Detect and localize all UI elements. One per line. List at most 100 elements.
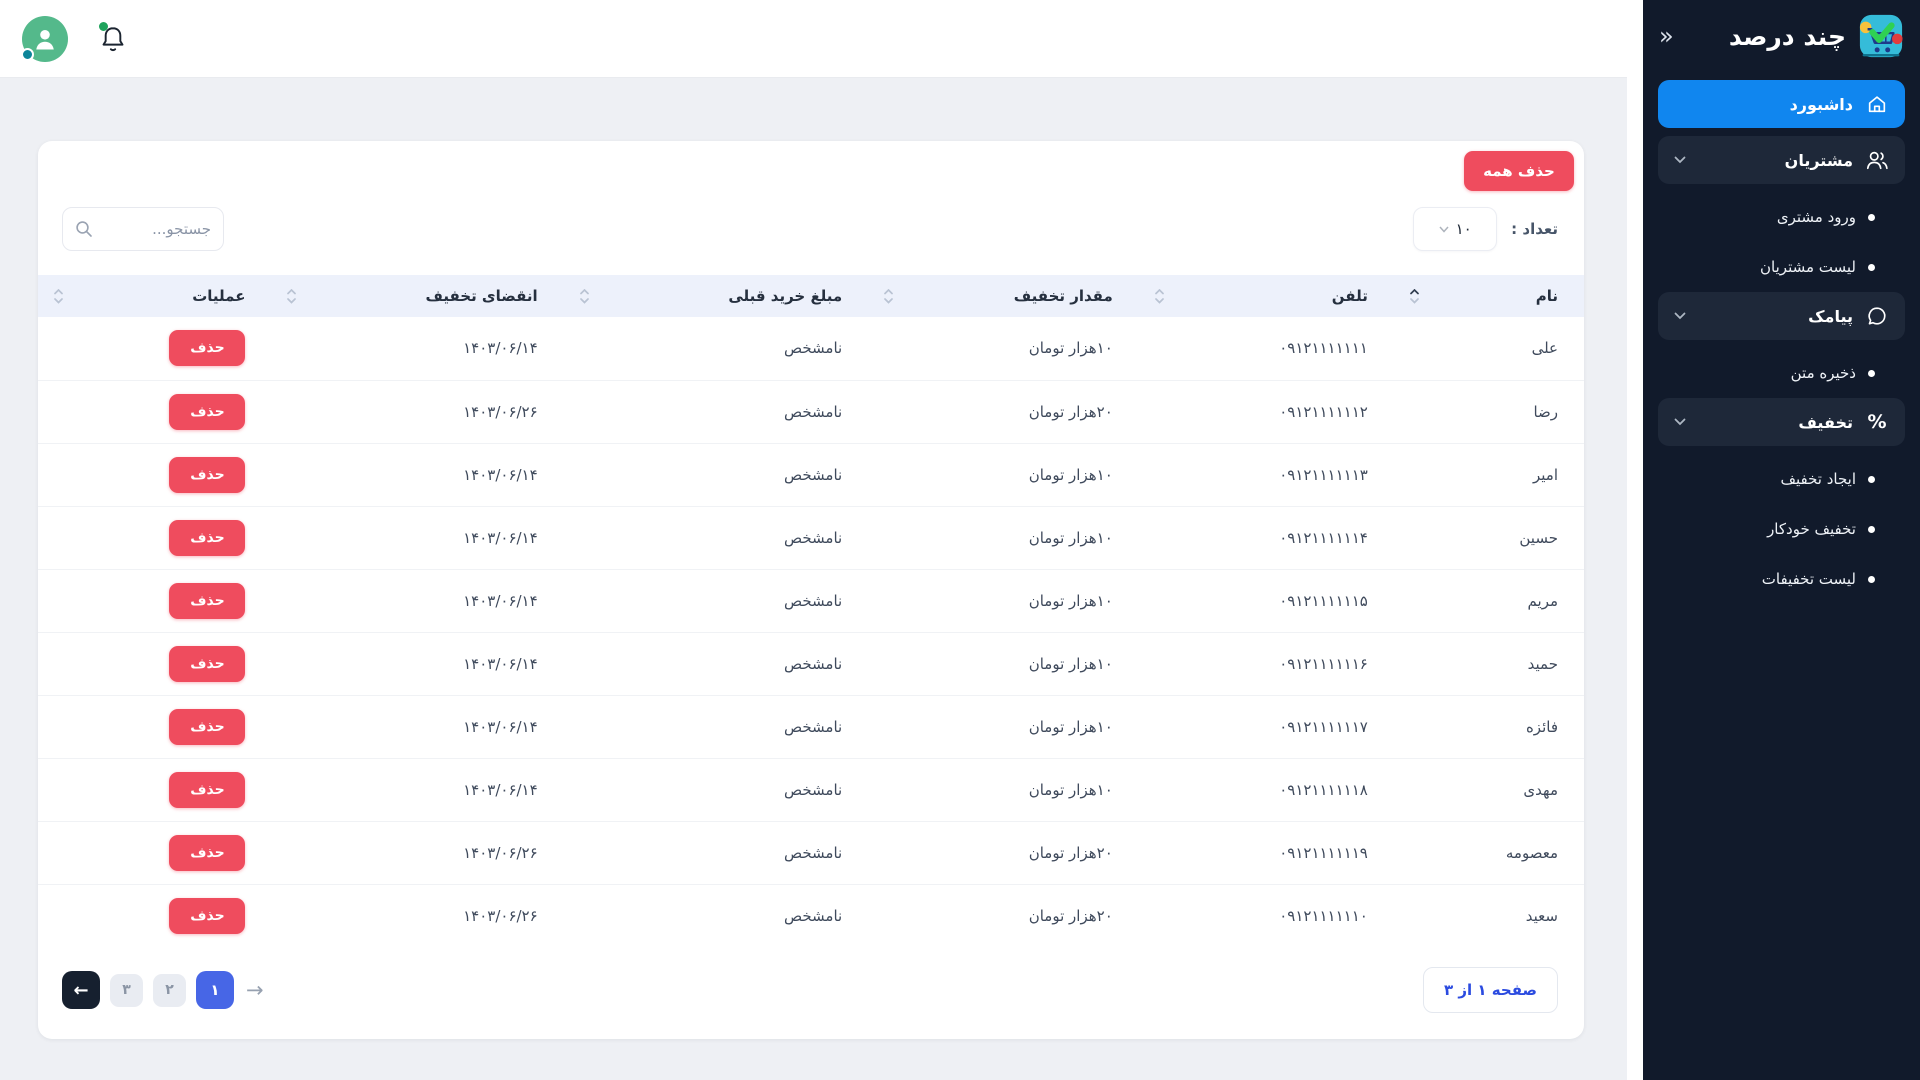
table-row: امیر۰۹۱۲۱۱۱۱۱۱۳۱۰هزار توماننامشخص۱۴۰۳/۰۶… [38, 443, 1584, 506]
users-icon [1865, 148, 1889, 172]
delete-row-button[interactable]: حذف [169, 772, 245, 808]
cell-discount: ۲۰هزار تومان [868, 821, 1139, 884]
table-row: حمید۰۹۱۲۱۱۱۱۱۱۶۱۰هزار توماننامشخص۱۴۰۳/۰۶… [38, 632, 1584, 695]
cell-previous_purchase: نامشخص [564, 569, 869, 632]
sidebar-item-customers[interactable]: مشتریان [1658, 136, 1905, 184]
cell-actions: حذف [38, 380, 271, 443]
delete-row-button[interactable]: حذف [169, 709, 245, 745]
previous-page-arrow[interactable]: → [244, 978, 266, 1002]
sidebar-subitem-auto-discount[interactable]: تخفیف خودکار [1658, 504, 1905, 554]
page-scrollbar[interactable] [1627, 0, 1643, 1080]
cell-name: حمید [1394, 632, 1584, 695]
sort-arrows-icon[interactable] [1410, 289, 1419, 304]
cell-phone: ۰۹۱۲۱۱۱۱۱۱۵ [1139, 569, 1394, 632]
page-button-۱[interactable]: ۱ [196, 971, 234, 1009]
delete-all-button[interactable]: حذف همه [1464, 151, 1574, 191]
cell-name: علی [1394, 317, 1584, 380]
cell-expiry: ۱۴۰۳/۰۶/۱۴ [271, 758, 563, 821]
cell-previous_purchase: نامشخص [564, 758, 869, 821]
cell-actions: حذف [38, 506, 271, 569]
sidebar: چند درصد « داشبوردمشتریانورود مشتریلیست … [1643, 0, 1920, 1080]
sidebar-item-dashboard[interactable]: داشبورد [1658, 80, 1905, 128]
percent-icon: % [1865, 410, 1889, 434]
column-header-previous_purchase[interactable]: مبلغ خرید قبلی [564, 275, 869, 317]
sort-arrows-icon[interactable] [884, 289, 893, 304]
column-header-actions[interactable]: عملیات [38, 275, 271, 317]
sidebar-subitem-create-discount[interactable]: ایجاد تخفیف [1658, 454, 1905, 504]
sidebar-subitem-save-text[interactable]: ذخیره متن [1658, 348, 1905, 398]
delete-row-button[interactable]: حذف [169, 835, 245, 871]
sort-arrows-icon[interactable] [54, 289, 63, 304]
cell-actions: حذف [38, 632, 271, 695]
sort-arrows-icon[interactable] [580, 289, 589, 304]
column-label: مبلغ خرید قبلی [728, 287, 842, 305]
sidebar-subitem-customer-list[interactable]: لیست مشتریان [1658, 242, 1905, 292]
cell-phone: ۰۹۱۲۱۱۱۱۱۱۴ [1139, 506, 1394, 569]
cell-previous_purchase: نامشخص [564, 884, 869, 947]
sidebar-subitem-label: ورود مشتری [1777, 208, 1856, 226]
bullet-icon [1868, 476, 1875, 483]
sidebar-subitem-label: لیست تخفیفات [1762, 570, 1856, 588]
sort-arrows-icon[interactable] [287, 289, 296, 304]
cell-actions: حذف [38, 569, 271, 632]
cell-discount: ۱۰هزار تومان [868, 758, 1139, 821]
user-avatar[interactable] [22, 16, 68, 62]
delete-row-button[interactable]: حذف [169, 646, 245, 682]
bullet-icon [1868, 576, 1875, 583]
delete-row-button[interactable]: حذف [169, 457, 245, 493]
delete-row-button[interactable]: حذف [169, 394, 245, 430]
sidebar-item-sms[interactable]: پیامک [1658, 292, 1905, 340]
pager: ← ۳۲۱ → [62, 971, 266, 1009]
column-header-discount[interactable]: مقدار تخفیف [868, 275, 1139, 317]
cell-name: سعید [1394, 884, 1584, 947]
cell-actions: حذف [38, 695, 271, 758]
cell-phone: ۰۹۱۲۱۱۱۱۱۱۷ [1139, 695, 1394, 758]
next-page-button[interactable]: ← [62, 971, 100, 1009]
sort-arrows-icon[interactable] [1155, 289, 1164, 304]
table-row: رضا۰۹۱۲۱۱۱۱۱۱۲۲۰هزار توماننامشخص۱۴۰۳/۰۶/… [38, 380, 1584, 443]
sidebar-item-label: مشتریان [1785, 151, 1853, 170]
table-body: علی۰۹۱۲۱۱۱۱۱۱۱۱۰هزار توماننامشخص۱۴۰۳/۰۶/… [38, 317, 1584, 947]
column-label: مقدار تخفیف [1014, 287, 1113, 305]
customers-table: نامتلفن مقدار تخفیف مبلغ خرید قبلی انقضای ت… [38, 275, 1584, 947]
cell-phone: ۰۹۱۲۱۱۱۱۱۱۹ [1139, 821, 1394, 884]
delete-row-button[interactable]: حذف [169, 520, 245, 556]
column-header-name[interactable]: نام [1394, 275, 1584, 317]
delete-row-button[interactable]: حذف [169, 583, 245, 619]
column-label: عملیات [192, 287, 245, 305]
column-header-expiry[interactable]: انقضای تخفیف [271, 275, 563, 317]
cell-actions: حذف [38, 758, 271, 821]
cell-name: معصومه [1394, 821, 1584, 884]
main-area: حذف همه تعداد : ۱۰ [0, 0, 1627, 1080]
table-row: مهدی۰۹۱۲۱۱۱۱۱۱۸۱۰هزار توماننامشخص۱۴۰۳/۰۶… [38, 758, 1584, 821]
sidebar-subitem-discount-list[interactable]: لیست تخفیفات [1658, 554, 1905, 604]
cell-expiry: ۱۴۰۳/۰۶/۲۶ [271, 821, 563, 884]
delete-row-button[interactable]: حذف [169, 330, 245, 366]
customers-discounts-card: حذف همه تعداد : ۱۰ [38, 141, 1584, 1039]
cell-discount: ۱۰هزار تومان [868, 569, 1139, 632]
card-top-row: حذف همه [38, 141, 1584, 191]
delete-row-button[interactable]: حذف [169, 898, 245, 934]
bullet-icon [1868, 264, 1875, 271]
user-avatar-icon [31, 25, 59, 53]
search-input[interactable] [103, 220, 211, 238]
page-size-label: تعداد : [1511, 220, 1558, 238]
cell-name: مریم [1394, 569, 1584, 632]
cell-phone: ۰۹۱۲۱۱۱۱۱۱۲ [1139, 380, 1394, 443]
cell-previous_purchase: نامشخص [564, 821, 869, 884]
sidebar-collapse-icon[interactable]: « [1659, 24, 1674, 48]
sidebar-subitem-customer-entry[interactable]: ورود مشتری [1658, 192, 1905, 242]
page-size-select[interactable]: ۱۰ [1413, 207, 1497, 251]
cell-discount: ۱۰هزار تومان [868, 317, 1139, 380]
cell-phone: ۰۹۱۲۱۱۱۱۱۱۶ [1139, 632, 1394, 695]
search-icon [75, 220, 93, 238]
notifications-button[interactable] [98, 23, 128, 55]
table-row: مریم۰۹۱۲۱۱۱۱۱۱۵۱۰هزار توماننامشخص۱۴۰۳/۰۶… [38, 569, 1584, 632]
pagination-row: صفحه ۱ از ۳ ←۳۲۱→ [38, 947, 1584, 1039]
page-button-۳[interactable]: ۳ [110, 974, 143, 1007]
column-label: انقضای تخفیف [425, 287, 537, 305]
cell-discount: ۱۰هزار تومان [868, 632, 1139, 695]
column-header-phone[interactable]: تلفن [1139, 275, 1394, 317]
sidebar-item-discount[interactable]: %تخفیف [1658, 398, 1905, 446]
page-button-۲[interactable]: ۲ [153, 974, 186, 1007]
